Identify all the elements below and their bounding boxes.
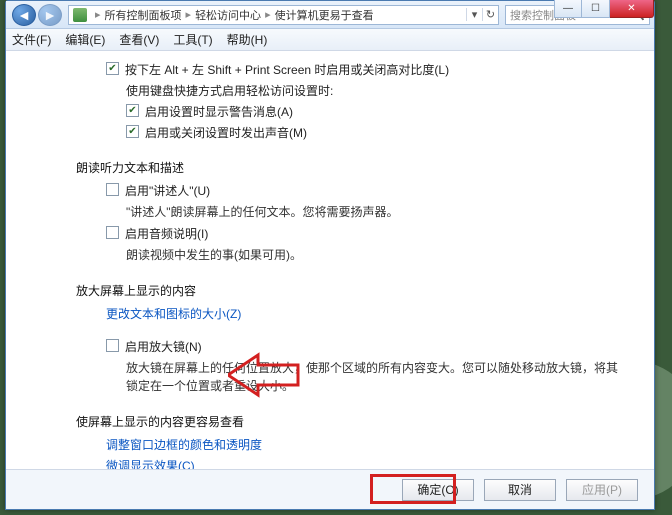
maximize-button[interactable]: ☐ [582, 0, 610, 18]
desc-narrator: "讲述人"朗读屏幕上的任何文本。您将需要扬声器。 [126, 203, 624, 221]
dialog-footer: 确定(O) 取消 应用(P) [6, 469, 654, 509]
label-high-contrast-toggle: 按下左 Alt + 左 Shift + Print Screen 时启用或关闭高… [125, 61, 449, 78]
link-text-size[interactable]: 更改文本和图标的大小(Z) [106, 305, 241, 322]
menu-edit[interactable]: 编辑(E) [65, 31, 105, 48]
label-keyboard-shortcut: 使用键盘快捷方式启用轻松访问设置时: [126, 82, 333, 99]
label-show-warning: 启用设置时显示警告消息(A) [145, 103, 293, 120]
minimize-button[interactable]: — [554, 0, 582, 18]
label-sound: 启用或关闭设置时发出声音(M) [145, 124, 307, 141]
cancel-button[interactable]: 取消 [484, 479, 556, 501]
checkbox-show-warning[interactable] [126, 104, 139, 117]
desc-audio: 朗读视频中发生的事(如果可用)。 [126, 246, 624, 264]
nav-back-button[interactable]: ◄ [12, 4, 36, 26]
section-title-narration: 朗读听力文本和描述 [76, 159, 624, 176]
link-display-effects[interactable]: 微调显示效果(C) [106, 457, 195, 469]
breadcrumb-refresh[interactable]: ↻ [482, 8, 498, 21]
checkbox-magnifier[interactable] [106, 339, 119, 352]
checkbox-narrator[interactable] [106, 183, 119, 196]
desc-magnifier: 放大镜在屏幕上的任何位置放大，使那个区域的所有内容变大。您可以随处移动放大镜，将… [126, 359, 624, 395]
window-controls: — ☐ ✕ [554, 0, 654, 18]
section-title-easier-view: 使屏幕上显示的内容更容易查看 [76, 413, 624, 430]
ok-button[interactable]: 确定(O) [402, 479, 474, 501]
titlebar: — ☐ ✕ ◄ ► ▸ 所有控制面板项 ▸ 轻松访问中心 ▸ 使计算机更易于查看… [6, 1, 654, 29]
label-audio-desc: 启用音频说明(I) [125, 225, 208, 242]
menu-file[interactable]: 文件(F) [12, 31, 51, 48]
label-narrator: 启用"讲述人"(U) [125, 182, 210, 199]
breadcrumb-dropdown[interactable]: ▾ [466, 8, 482, 21]
breadcrumb-item[interactable]: 使计算机更易于查看 [275, 7, 374, 23]
label-magnifier: 启用放大镜(N) [125, 338, 202, 355]
menubar: 文件(F) 编辑(E) 查看(V) 工具(T) 帮助(H) [6, 29, 654, 51]
menu-help[interactable]: 帮助(H) [227, 31, 268, 48]
apply-button[interactable]: 应用(P) [566, 479, 638, 501]
control-panel-window: — ☐ ✕ ◄ ► ▸ 所有控制面板项 ▸ 轻松访问中心 ▸ 使计算机更易于查看… [5, 0, 655, 510]
section-title-magnify: 放大屏幕上显示的内容 [76, 282, 624, 299]
menu-view[interactable]: 查看(V) [119, 31, 159, 48]
content-area: 按下左 Alt + 左 Shift + Print Screen 时启用或关闭高… [6, 51, 654, 469]
breadcrumb[interactable]: ▸ 所有控制面板项 ▸ 轻松访问中心 ▸ 使计算机更易于查看 ▾↻ [68, 5, 499, 25]
checkbox-high-contrast-toggle[interactable] [106, 62, 119, 75]
nav-forward-button[interactable]: ► [38, 4, 62, 26]
control-panel-icon [73, 8, 87, 22]
checkbox-sound[interactable] [126, 125, 139, 138]
close-button[interactable]: ✕ [610, 0, 654, 18]
checkbox-audio-desc[interactable] [106, 226, 119, 239]
breadcrumb-item[interactable]: 轻松访问中心 [195, 7, 261, 23]
menu-tools[interactable]: 工具(T) [173, 31, 212, 48]
breadcrumb-item[interactable]: 所有控制面板项 [105, 7, 182, 23]
link-border-color[interactable]: 调整窗口边框的颜色和透明度 [106, 436, 262, 453]
